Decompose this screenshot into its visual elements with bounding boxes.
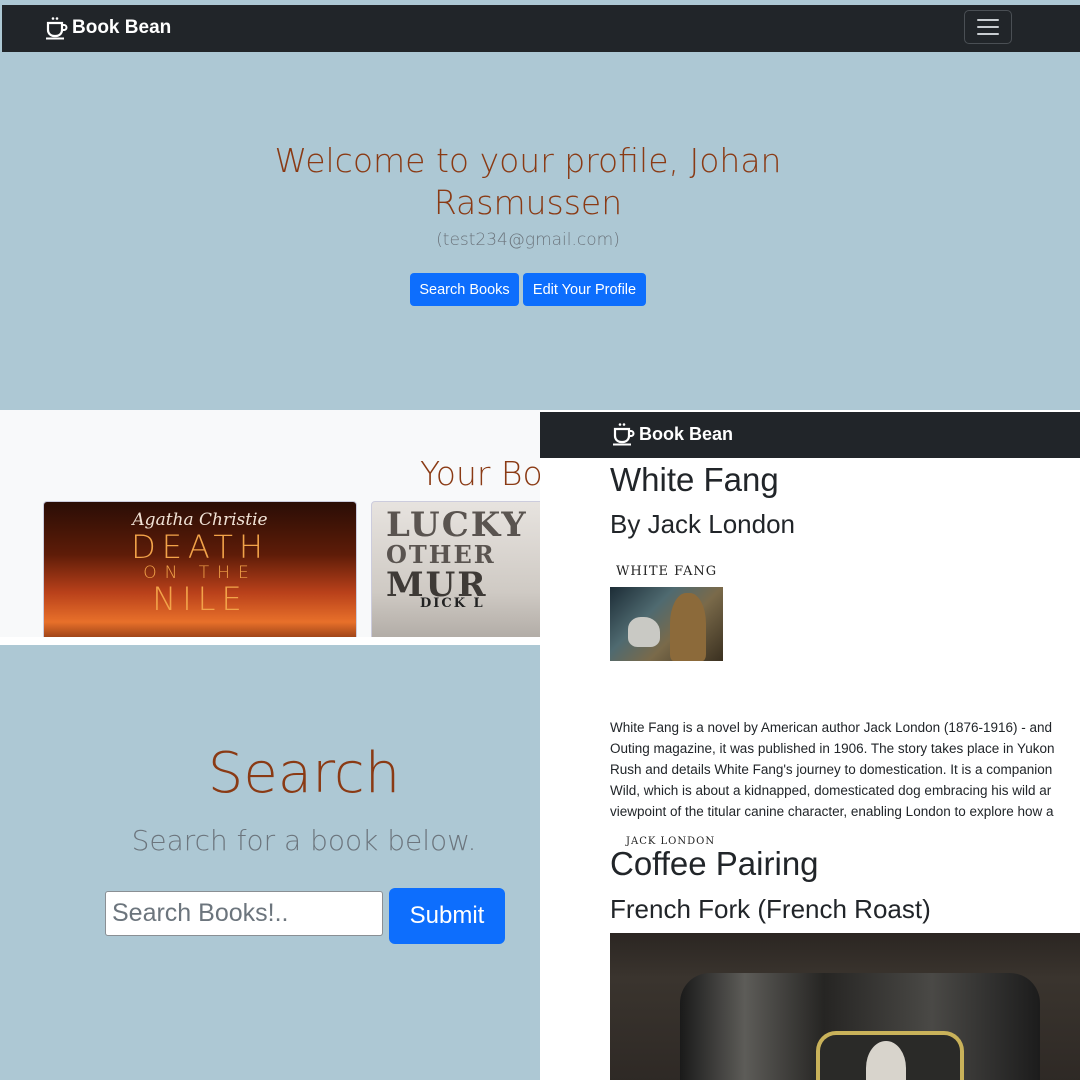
cover-title-line: NILE <box>152 580 248 618</box>
book-cover-title: DEATH ON THE NILE <box>44 528 356 618</box>
book-card-lucky-murder[interactable]: LUCKY OTHER MUR DICK L <box>371 501 540 637</box>
menu-icon <box>977 19 999 21</box>
description-line: Outing magazine, it was published in 190… <box>610 741 1055 756</box>
book-detail-navbar: Book Bean <box>540 412 1080 458</box>
logo-face <box>866 1041 906 1080</box>
brand-link[interactable]: Book Bean <box>613 422 733 446</box>
man-shape <box>670 593 706 661</box>
wolf-shape <box>628 617 660 647</box>
search-books-button[interactable]: Search Books <box>410 273 519 306</box>
cover-image <box>610 587 723 661</box>
your-books-heading: Your Boo <box>420 454 540 493</box>
description-line: Rush and details White Fang's journey to… <box>610 762 1053 777</box>
welcome-heading: Welcome to your profile, Johan Rasmussen <box>0 140 1056 224</box>
profile-email: (test234@gmail.com) <box>436 230 620 250</box>
description-line: viewpoint of the titular canine characte… <box>610 804 1054 819</box>
edit-profile-button[interactable]: Edit Your Profile <box>523 273 646 306</box>
menu-icon-bar <box>977 33 999 35</box>
coffee-cup-icon <box>46 16 68 40</box>
cover-title-line: LUCKY <box>386 505 528 545</box>
coffee-bag-image <box>610 933 1080 1080</box>
submit-button[interactable]: Submit <box>389 888 505 944</box>
search-screen: Search Search for a book below. Submit <box>0 645 540 1080</box>
profile-screen: Book Bean Welcome to your profile, Johan… <box>0 0 1080 410</box>
cover-title: WHITE FANG <box>616 564 718 579</box>
welcome-line-1: Welcome to your profile, Johan <box>274 141 782 180</box>
book-cover-author: Agatha Christie <box>132 510 268 530</box>
book-detail-screen: Book Bean White Fang By Jack London WHIT… <box>540 410 1080 1080</box>
book-cover: WHITE FANG JACK LONDON <box>610 560 725 847</box>
coffee-cup-icon <box>613 422 635 446</box>
search-subtitle: Search for a book below. <box>131 824 477 857</box>
search-title: Search <box>207 741 401 806</box>
navbar-toggler-button[interactable] <box>964 10 1012 44</box>
brand-name: Book Bean <box>72 17 172 38</box>
search-input[interactable] <box>105 891 383 936</box>
welcome-line-2: Rasmussen <box>433 183 623 222</box>
book-description: White Fang is a novel by American author… <box>610 717 1055 822</box>
book-title: White Fang <box>610 461 779 498</box>
panel-divider <box>0 637 540 645</box>
bag-logo <box>816 1031 964 1080</box>
description-line: Wild, which is about a kidnapped, domest… <box>610 783 1052 798</box>
book-author: By Jack London <box>610 509 796 539</box>
menu-icon-bar <box>977 26 999 28</box>
coffee-name: French Fork (French Roast) <box>610 894 931 924</box>
coffee-pairing-heading: Coffee Pairing <box>610 845 819 882</box>
profile-navbar: Book Bean <box>2 5 1080 52</box>
description-line: White Fang is a novel by American author… <box>610 720 1053 735</box>
cover-title-line: DEATH <box>131 528 269 566</box>
book-card-death-on-the-nile[interactable]: Agatha Christie DEATH ON THE NILE <box>43 501 357 637</box>
book-cover-title: LUCKY OTHER MUR <box>386 508 528 602</box>
your-books-section: Your Boo Agatha Christie DEATH ON THE NI… <box>0 410 540 637</box>
book-cover-author: DICK L <box>420 596 485 611</box>
brand-name: Book Bean <box>639 423 734 444</box>
brand-link[interactable]: Book Bean <box>46 16 171 40</box>
